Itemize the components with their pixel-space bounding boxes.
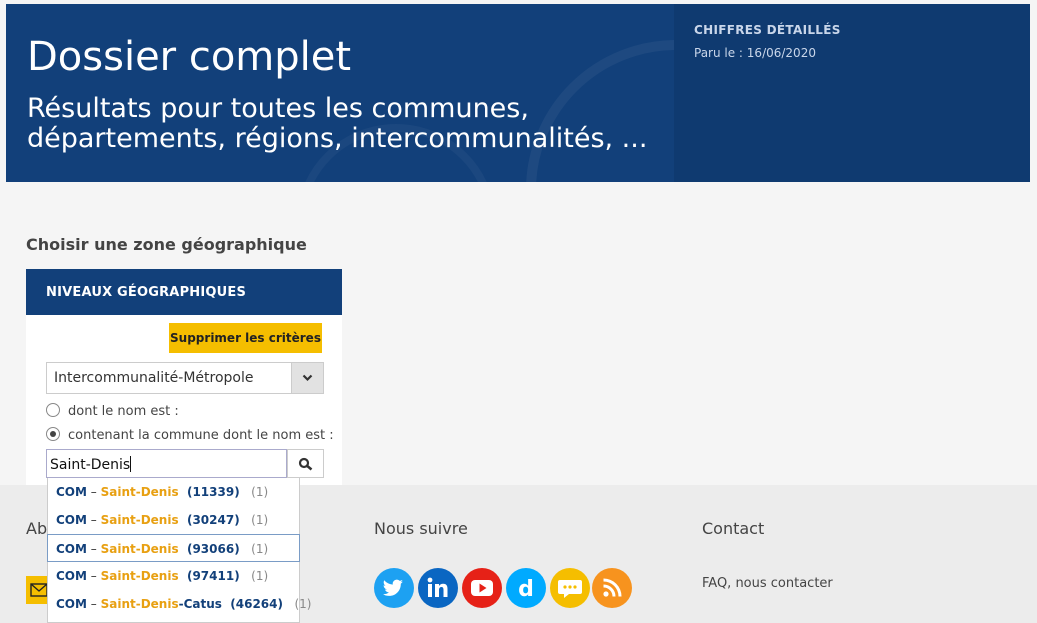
dailymotion-link[interactable]: d xyxy=(506,568,546,608)
option-code: (93066) xyxy=(178,542,240,556)
commune-search-input[interactable]: Saint-Denis xyxy=(46,449,287,478)
option-prefix: COM xyxy=(56,597,87,611)
option-count: (1) xyxy=(239,485,269,499)
radio-contains-commune-label: contenant la commune dont le nom est : xyxy=(68,428,334,443)
option-match: Saint-Denis xyxy=(100,485,179,499)
twitter-icon xyxy=(382,579,403,596)
radio-name-equals-button[interactable] xyxy=(46,403,60,417)
rss-link[interactable] xyxy=(592,568,632,608)
option-separator: – xyxy=(86,485,101,499)
option-code: (30247) xyxy=(178,513,240,527)
faq-contact-link[interactable]: FAQ, nous contacter xyxy=(702,576,833,591)
linkedin-link[interactable] xyxy=(418,568,458,608)
footer-contact-heading: Contact xyxy=(702,519,765,538)
twitter-link[interactable] xyxy=(374,568,414,608)
search-icon xyxy=(298,457,313,471)
autocomplete-option[interactable]: COM – Saint-Denis (97411) (1) xyxy=(48,562,301,590)
radio-name-equals-label: dont le nom est : xyxy=(68,404,179,419)
option-count: (1) xyxy=(283,597,312,611)
option-code: (97411) xyxy=(178,569,240,583)
option-prefix: COM xyxy=(56,513,87,527)
envelope-icon xyxy=(30,583,48,597)
chevron-down-icon xyxy=(302,374,313,382)
panel-title: NIVEAUX GÉOGRAPHIQUES xyxy=(26,269,342,315)
publication-type: CHIFFRES DÉTAILLÉS xyxy=(694,23,841,37)
option-separator: – xyxy=(86,569,101,583)
svg-text:d: d xyxy=(518,577,534,602)
option-count: (1) xyxy=(239,569,269,583)
footer-about-heading: Ab xyxy=(26,519,48,538)
radio-contains-commune[interactable]: contenant la commune dont le nom est : xyxy=(46,427,334,443)
option-prefix: COM xyxy=(56,569,87,583)
banner-title-area: Dossier complet Résultats pour toutes le… xyxy=(6,4,674,182)
geo-level-select[interactable]: Intercommunalité-Métropole xyxy=(46,362,324,394)
autocomplete-option[interactable]: COM – Saint-Denis (11339) (1) xyxy=(48,478,301,506)
youtube-link[interactable] xyxy=(462,568,502,608)
blog-icon xyxy=(558,580,582,598)
option-suffix: -Catus xyxy=(178,597,222,611)
geo-levels-panel: NIVEAUX GÉOGRAPHIQUES Supprimer les crit… xyxy=(26,269,342,485)
autocomplete-dropdown: COM – Saint-Denis (11339) (1) COM – Saint… xyxy=(47,478,311,623)
option-prefix: COM xyxy=(56,542,87,556)
blog-link[interactable] xyxy=(550,568,590,608)
search-button[interactable] xyxy=(287,449,324,478)
radio-contains-commune-button[interactable] xyxy=(46,427,60,441)
option-count: (1) xyxy=(239,542,269,556)
autocomplete-option[interactable]: COM – Saint-Denis-Catus (46264) (1) xyxy=(48,590,311,618)
option-prefix: COM xyxy=(56,485,87,499)
rss-icon xyxy=(603,578,622,597)
option-match: Saint-Denis xyxy=(100,569,179,583)
option-code: (11339) xyxy=(178,485,240,499)
linkedin-icon xyxy=(427,577,448,597)
page-title: Dossier complet xyxy=(27,34,352,80)
option-code: (46264) xyxy=(221,597,283,611)
option-match: Saint-Denis xyxy=(100,542,179,556)
search-input-value: Saint-Denis xyxy=(50,457,131,473)
autocomplete-option[interactable]: COM – Saint-Denis (93066) (1) xyxy=(47,534,300,562)
publication-date: Paru le : 16/06/2020 xyxy=(694,46,816,60)
option-match: Saint-Denis xyxy=(100,597,179,611)
clear-criteria-button[interactable]: Supprimer les critères xyxy=(169,323,322,353)
text-caret xyxy=(130,456,132,472)
page-subtitle: Résultats pour toutes les communes, dépa… xyxy=(27,93,648,154)
option-separator: – xyxy=(86,542,101,556)
dailymotion-icon: d xyxy=(518,577,534,602)
option-match: Saint-Denis xyxy=(100,513,179,527)
page-banner: Dossier complet Résultats pour toutes le… xyxy=(6,4,1030,182)
banner-meta: CHIFFRES DÉTAILLÉS Paru le : 16/06/2020 xyxy=(674,4,1030,182)
option-separator: – xyxy=(86,513,101,527)
option-separator: – xyxy=(86,597,101,611)
footer-follow-heading: Nous suivre xyxy=(374,519,468,538)
geo-level-select-value: Intercommunalité-Métropole xyxy=(54,370,254,386)
radio-name-equals[interactable]: dont le nom est : xyxy=(46,403,179,419)
select-toggle[interactable] xyxy=(291,363,323,393)
option-count: (1) xyxy=(239,513,269,527)
youtube-icon xyxy=(471,580,493,596)
autocomplete-option[interactable]: COM – Saint-Denis (30247) (1) xyxy=(48,506,301,534)
zone-heading: Choisir une zone géographique xyxy=(26,235,307,254)
